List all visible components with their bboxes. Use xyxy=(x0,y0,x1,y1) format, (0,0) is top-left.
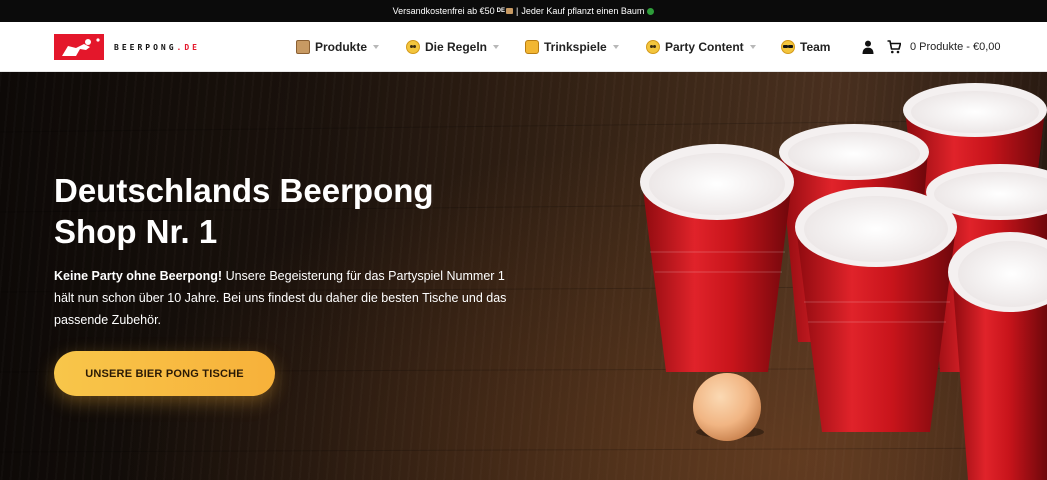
germany-flag-label: DE xyxy=(496,8,505,14)
cart-icon[interactable] xyxy=(887,40,901,54)
nav-die-regeln[interactable]: Die Regeln xyxy=(406,22,500,72)
nav-produkte[interactable]: Produkte xyxy=(296,22,380,72)
tree-note-text: Jeder Kauf pflanzt einen Baum xyxy=(521,6,645,16)
nav-label: Team xyxy=(800,40,831,54)
nav-party-content[interactable]: Party Content xyxy=(646,22,756,72)
site-header: BEERPONG.DE Produkte Die Regeln Trinkspi… xyxy=(0,22,1047,72)
shipping-text: Versandkostenfrei ab €50 xyxy=(392,6,495,16)
hero-description: Keine Party ohne Beerpong! Unsere Begeis… xyxy=(54,265,524,331)
nav-team[interactable]: Team xyxy=(781,22,830,72)
package-emoji-icon xyxy=(506,8,513,14)
nav-label: Party Content xyxy=(665,40,744,54)
beerpong-logo-icon xyxy=(54,34,104,60)
nav-label: Die Regeln xyxy=(425,40,488,54)
site-logo[interactable]: BEERPONG.DE xyxy=(54,34,200,60)
announcement-bar: Versandkostenfrei ab €50 DE | Jeder Kauf… xyxy=(0,0,1047,22)
chevron-down-icon xyxy=(749,45,756,49)
package-emoji-icon xyxy=(296,40,310,54)
hero-section: Deutschlands Beerpong Shop Nr. 1 Keine P… xyxy=(0,72,1047,480)
nerd-face-emoji-icon xyxy=(406,40,420,54)
nav-label: Produkte xyxy=(315,40,368,54)
cart-summary[interactable]: 0 Produkte - €0,00 xyxy=(910,22,1001,72)
party-face-emoji-icon xyxy=(646,40,660,54)
nav-label: Trinkspiele xyxy=(544,40,607,54)
separator: | xyxy=(516,6,519,16)
hero-title: Deutschlands Beerpong Shop Nr. 1 xyxy=(54,172,434,250)
beer-emoji-icon xyxy=(525,40,539,54)
tree-emoji-icon xyxy=(647,7,655,15)
nav-trinkspiele[interactable]: Trinkspiele xyxy=(525,22,619,72)
chevron-down-icon xyxy=(612,45,619,49)
sunglasses-face-emoji-icon xyxy=(781,40,795,54)
user-icon[interactable] xyxy=(862,40,874,54)
chevron-down-icon xyxy=(493,45,500,49)
hero-description-bold: Keine Party ohne Beerpong! xyxy=(54,269,223,283)
logo-wordmark: BEERPONG.DE xyxy=(114,42,200,52)
beer-pong-tables-button[interactable]: UNSERE BIER PONG TISCHE xyxy=(54,351,275,396)
chevron-down-icon xyxy=(373,45,380,49)
